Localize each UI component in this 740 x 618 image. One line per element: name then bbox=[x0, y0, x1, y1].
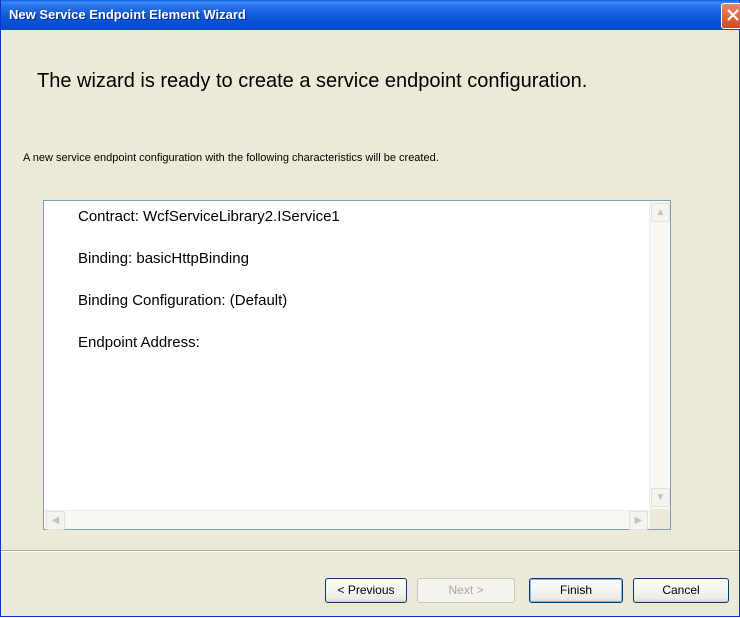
title-bar[interactable]: New Service Endpoint Element Wizard bbox=[1, 0, 740, 30]
page-description: A new service endpoint configuration wit… bbox=[23, 152, 439, 164]
cancel-button[interactable]: Cancel bbox=[633, 578, 729, 603]
summary-listbox[interactable]: Contract: WcfServiceLibrary2.IService1 B… bbox=[43, 200, 671, 530]
summary-item-contract: Contract: WcfServiceLibrary2.IService1 bbox=[78, 208, 340, 225]
scroll-left-button[interactable]: ◀ bbox=[46, 511, 65, 530]
summary-item-binding: Binding: basicHttpBinding bbox=[78, 250, 249, 267]
scroll-right-arrow: ▶ bbox=[634, 515, 643, 526]
window-title: New Service Endpoint Element Wizard bbox=[9, 7, 246, 22]
scroll-up-button[interactable]: ▲ bbox=[651, 203, 670, 222]
scroll-up-arrow: ▲ bbox=[655, 207, 666, 218]
horizontal-scrollbar[interactable]: ◀ ▶ bbox=[44, 510, 650, 530]
scrollbar-corner bbox=[650, 509, 670, 529]
button-separator bbox=[1, 550, 739, 552]
summary-item-endpoint-address: Endpoint Address: bbox=[78, 334, 200, 351]
scroll-down-arrow: ▼ bbox=[655, 492, 666, 503]
close-button[interactable] bbox=[721, 3, 740, 29]
close-icon bbox=[727, 9, 739, 21]
wizard-window: New Service Endpoint Element Wizard The … bbox=[0, 0, 740, 617]
page-heading: The wizard is ready to create a service … bbox=[37, 70, 588, 92]
next-button[interactable]: Next > bbox=[417, 578, 515, 603]
scroll-right-button[interactable]: ▶ bbox=[629, 511, 648, 530]
scroll-left-arrow: ◀ bbox=[51, 515, 60, 526]
previous-button[interactable]: < Previous bbox=[325, 578, 407, 603]
summary-item-binding-configuration: Binding Configuration: (Default) bbox=[78, 292, 288, 309]
scroll-down-button[interactable]: ▼ bbox=[651, 488, 670, 507]
summary-list: Contract: WcfServiceLibrary2.IService1 B… bbox=[78, 207, 340, 375]
finish-button[interactable]: Finish bbox=[529, 578, 623, 603]
vertical-scrollbar[interactable]: ▲ ▼ bbox=[649, 201, 670, 509]
